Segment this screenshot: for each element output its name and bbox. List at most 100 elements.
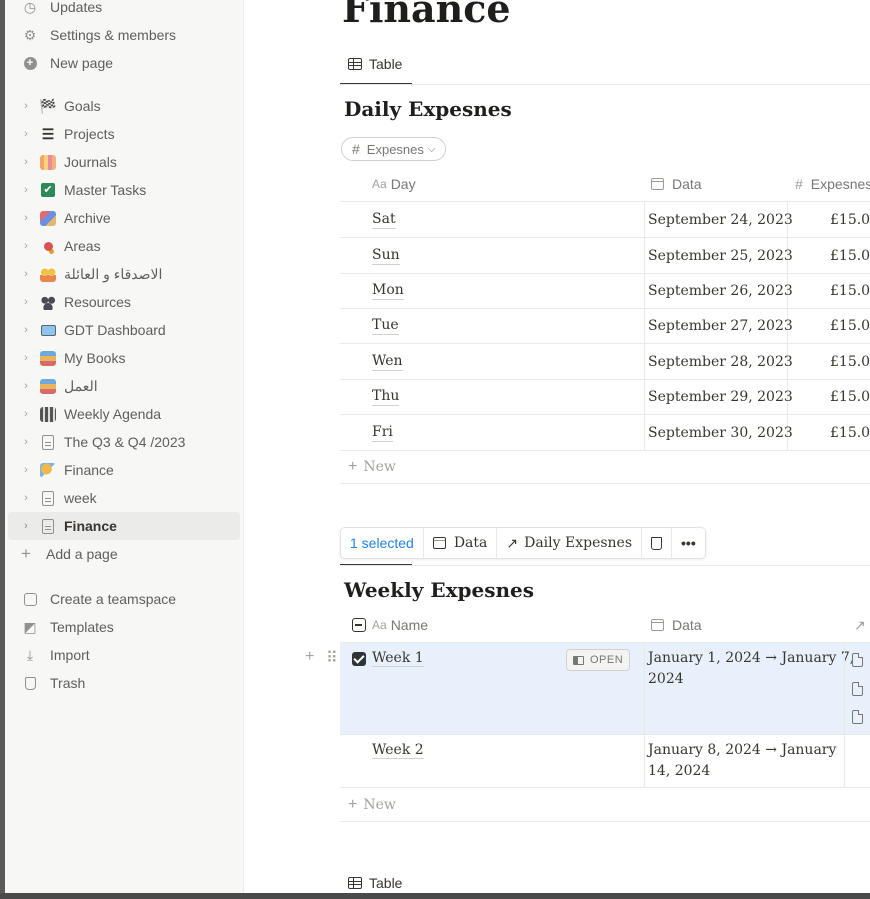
col-header-relation[interactable]: ↗ (854, 615, 866, 635)
sidebar-item-areas[interactable]: › Areas (8, 232, 240, 260)
document-icon (38, 516, 58, 536)
sidebar-item-gdt-dashboard[interactable]: › GDT Dashboard (8, 316, 240, 344)
sidebar-item-finance-emoji[interactable]: › Finance (8, 456, 240, 484)
col-header-date[interactable]: Data (651, 174, 702, 194)
more-icon: ••• (681, 535, 696, 551)
calendar-icon (651, 619, 664, 631)
selected-count[interactable]: 1 selected (341, 528, 424, 558)
row-checkbox[interactable] (352, 652, 366, 666)
more-options-button[interactable]: ••• (672, 528, 705, 558)
calendar-icon (651, 178, 664, 190)
chevron-right-icon[interactable]: › (18, 520, 34, 532)
selection-toolbar: 1 selected Data ↗ Daily Expesnes ••• (340, 527, 706, 559)
sidebar-item-goals[interactable]: › 🏁 Goals (8, 92, 240, 120)
sidebar-add-page[interactable]: + Add a page (8, 540, 240, 568)
chevron-right-icon[interactable]: › (18, 380, 34, 392)
chevron-right-icon[interactable]: › (18, 128, 34, 140)
col-header-day[interactable]: Aa Day (372, 174, 416, 194)
sidebar-item-q3-q4[interactable]: › The Q3 & Q4 /2023 (8, 428, 240, 456)
chevron-right-icon[interactable]: › (18, 408, 34, 420)
col-header-name[interactable]: Aa Name (372, 615, 428, 635)
table-row[interactable]: Week 2 January 8, 2024 → January 14, 202… (340, 735, 870, 788)
col-header-expenses[interactable]: # Expesnes (795, 174, 870, 194)
delete-button[interactable] (642, 528, 673, 558)
table-row[interactable]: Thu September 29, 2023 £15.00 (340, 379, 870, 415)
relation-page-icon[interactable] (852, 682, 863, 696)
divider (340, 84, 870, 85)
table-icon (348, 877, 362, 889)
table-row[interactable]: Tue September 27, 2023 £15.00 (340, 308, 870, 344)
filter-chip[interactable]: # Expesnes ⌵ (341, 137, 447, 161)
main-content: Finance Table Daily Expesnes # Expesnes … (244, 0, 870, 893)
select-all-checkbox[interactable] (352, 618, 366, 632)
table-row[interactable]: Sun September 25, 2023 £15.00 (340, 238, 870, 274)
chevron-right-icon[interactable]: › (18, 436, 34, 448)
chevron-right-icon[interactable]: › (18, 156, 34, 168)
chevron-right-icon[interactable]: › (18, 296, 34, 308)
chevron-right-icon[interactable]: › (18, 352, 34, 364)
edit-relation-button[interactable]: ↗ Daily Expesnes (497, 528, 643, 558)
tab-table[interactable]: Table (340, 49, 412, 79)
sidebar-item-my-books[interactable]: › My Books (8, 344, 240, 372)
templates-icon: ◩ (23, 618, 37, 635)
chevron-right-icon[interactable]: › (18, 324, 34, 336)
sidebar-item-archive[interactable]: › Archive (8, 204, 240, 232)
sidebar-new-page[interactable]: + New page (8, 49, 240, 77)
chevron-right-icon[interactable]: › (18, 268, 34, 280)
weekly-new-row-button[interactable]: + New (340, 788, 870, 822)
trash-icon (20, 673, 40, 693)
sidebar-item-journals[interactable]: › Journals (8, 148, 240, 176)
daily-new-row-button[interactable]: + New (340, 450, 870, 484)
sidebar-item-weekly-agenda[interactable]: › Weekly Agenda (8, 400, 240, 428)
sidebar-templates[interactable]: ◩ Templates (8, 613, 240, 641)
chevron-right-icon[interactable]: › (18, 464, 34, 476)
text-type-icon: Aa (372, 618, 387, 632)
chevron-right-icon[interactable]: › (18, 184, 34, 196)
relation-page-icon[interactable] (852, 710, 863, 724)
sidebar-item-resources[interactable]: › Resources (8, 288, 240, 316)
family-icon (38, 264, 58, 284)
archive-icon (38, 208, 58, 228)
table-row[interactable]: Week 1 OPEN January 1, 2024 → January 7,… (340, 643, 870, 735)
add-row-icon[interactable]: + (305, 648, 314, 666)
tab-table-bottom[interactable]: Table (340, 868, 412, 893)
table-row[interactable]: Wen September 28, 2023 £15.00 (340, 344, 870, 380)
number-icon: # (795, 176, 803, 192)
drag-handle-icon[interactable]: ⠿ (326, 648, 338, 668)
money-icon (38, 460, 58, 480)
relation-page-icon[interactable] (852, 653, 863, 667)
check-box-icon: ✔ (38, 180, 58, 200)
plus-icon: + (348, 457, 358, 475)
col-header-date[interactable]: Data (651, 615, 702, 635)
sidebar-item-finance-active[interactable]: › Finance (8, 512, 240, 540)
sidebar-item-master-tasks[interactable]: › ✔ Master Tasks (8, 176, 240, 204)
book-stack-icon (38, 348, 58, 368)
chevron-right-icon[interactable]: › (18, 100, 34, 112)
chevron-right-icon[interactable]: › (18, 492, 34, 504)
chevron-right-icon[interactable]: › (18, 240, 34, 252)
sidebar-item-week[interactable]: › week (8, 484, 240, 512)
table-row[interactable]: Mon September 26, 2023 £15.00 (340, 273, 870, 309)
chevron-right-icon[interactable]: › (18, 212, 34, 224)
weekly-db-title: Weekly Expesnes (344, 578, 534, 602)
chevron-down-icon: ⌵ (427, 143, 436, 155)
sidebar-item-work[interactable]: › العمل (8, 372, 240, 400)
calendar-icon (432, 537, 446, 549)
sidebar-item-projects[interactable]: › ☰ Projects (8, 120, 240, 148)
sidebar-settings[interactable]: ⚙ Settings & members (8, 21, 240, 49)
col-divider (644, 643, 645, 788)
plus-circle-icon: + (20, 53, 40, 73)
people-icon (38, 292, 58, 312)
sidebar-item-family[interactable]: › الاصدقاء و العائلة (8, 260, 240, 288)
edit-data-button[interactable]: Data (424, 528, 498, 558)
divider (340, 565, 870, 566)
number-icon: # (352, 141, 360, 157)
sidebar-updates[interactable]: ◷ Updates (8, 0, 240, 21)
table-row[interactable]: Fri September 30, 2023 £15.00 (340, 415, 870, 451)
sidebar-import[interactable]: ⤓ Import (8, 641, 240, 669)
open-button[interactable]: OPEN (566, 649, 631, 671)
sidebar-trash[interactable]: Trash (8, 669, 240, 697)
table-row[interactable]: Sat September 24, 2023 £15.00 (340, 202, 870, 238)
sidebar: ◷ Updates ⚙ Settings & members + New pag… (5, 0, 244, 893)
sidebar-create-teamspace[interactable]: Create a teamspace (8, 585, 240, 613)
